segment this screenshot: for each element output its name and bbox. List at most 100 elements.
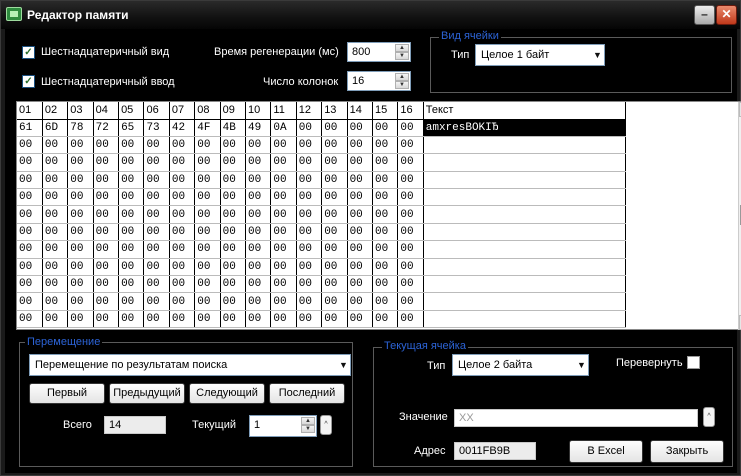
text-cell[interactable]: [423, 153, 626, 172]
byte-cell[interactable]: 00: [245, 205, 272, 224]
byte-cell[interactable]: 00: [169, 171, 196, 190]
byte-cell[interactable]: 00: [296, 292, 323, 311]
byte-cell[interactable]: 00: [220, 136, 247, 155]
byte-cell[interactable]: 00: [296, 223, 323, 242]
byte-cell[interactable]: 00: [245, 292, 272, 311]
byte-cell[interactable]: 00: [270, 310, 297, 329]
byte-cell[interactable]: 00: [372, 153, 399, 172]
byte-cell[interactable]: 00: [42, 188, 69, 207]
byte-cell[interactable]: 00: [93, 205, 120, 224]
text-cell[interactable]: amxresBOKIЂ: [423, 119, 626, 137]
byte-cell[interactable]: 00: [372, 119, 399, 137]
column-header[interactable]: 14: [347, 102, 373, 120]
byte-cell[interactable]: 00: [67, 153, 94, 172]
previous-button[interactable]: Предыдущий: [109, 383, 185, 404]
byte-cell[interactable]: 00: [118, 240, 145, 259]
columns-spinner[interactable]: 16 ▲ ▼: [347, 71, 411, 91]
byte-cell[interactable]: 00: [296, 119, 323, 137]
byte-cell[interactable]: 00: [67, 136, 94, 155]
byte-cell[interactable]: 00: [245, 188, 272, 207]
byte-cell[interactable]: 00: [372, 310, 399, 329]
byte-cell[interactable]: 00: [118, 171, 145, 190]
byte-cell[interactable]: 00: [143, 275, 170, 294]
byte-cell[interactable]: 00: [194, 188, 221, 207]
text-cell[interactable]: [423, 223, 626, 242]
byte-cell[interactable]: 00: [397, 205, 424, 224]
byte-cell[interactable]: 00: [143, 136, 170, 155]
byte-cell[interactable]: 00: [143, 153, 170, 172]
value-expand-button[interactable]: ^: [703, 407, 715, 427]
byte-cell[interactable]: 00: [296, 240, 323, 259]
byte-cell[interactable]: 00: [93, 275, 120, 294]
byte-cell[interactable]: 00: [397, 240, 424, 259]
byte-cell[interactable]: 00: [220, 275, 247, 294]
byte-cell[interactable]: 00: [42, 171, 69, 190]
byte-cell[interactable]: 00: [17, 223, 43, 242]
byte-cell[interactable]: 00: [397, 188, 424, 207]
byte-cell[interactable]: 00: [270, 136, 297, 155]
byte-cell[interactable]: 00: [17, 292, 43, 311]
byte-cell[interactable]: 00: [321, 258, 348, 277]
byte-cell[interactable]: 00: [245, 258, 272, 277]
byte-cell[interactable]: 00: [220, 310, 247, 329]
byte-cell[interactable]: 00: [270, 223, 297, 242]
text-cell[interactable]: [423, 188, 626, 207]
byte-cell[interactable]: 00: [194, 136, 221, 155]
byte-cell[interactable]: 72: [93, 119, 120, 137]
byte-cell[interactable]: 00: [296, 136, 323, 155]
byte-cell[interactable]: 00: [220, 240, 247, 259]
spin-up-icon[interactable]: ▲: [301, 417, 315, 425]
column-header[interactable]: 08: [194, 102, 221, 120]
byte-cell[interactable]: 00: [372, 258, 399, 277]
byte-cell[interactable]: 00: [397, 119, 424, 137]
byte-cell[interactable]: 00: [372, 205, 399, 224]
byte-cell[interactable]: 00: [245, 153, 272, 172]
byte-cell[interactable]: 00: [67, 205, 94, 224]
byte-cell[interactable]: 00: [169, 205, 196, 224]
byte-cell[interactable]: 00: [67, 171, 94, 190]
byte-cell[interactable]: 00: [194, 171, 221, 190]
byte-cell[interactable]: 00: [347, 153, 373, 172]
byte-cell[interactable]: 00: [118, 292, 145, 311]
byte-cell[interactable]: 49: [245, 119, 272, 137]
byte-cell[interactable]: 00: [270, 205, 297, 224]
navigation-mode-combo[interactable]: Перемещение по результатам поиска ▼: [29, 354, 351, 376]
hex-input-checkbox[interactable]: ✓: [22, 75, 35, 88]
byte-cell[interactable]: 00: [220, 223, 247, 242]
byte-cell[interactable]: 00: [17, 153, 43, 172]
text-cell[interactable]: [423, 258, 626, 277]
byte-cell[interactable]: 00: [169, 188, 196, 207]
byte-cell[interactable]: 00: [397, 310, 424, 329]
byte-cell[interactable]: 00: [397, 171, 424, 190]
byte-cell[interactable]: 00: [17, 240, 43, 259]
column-header[interactable]: 16: [397, 102, 424, 120]
byte-cell[interactable]: 00: [321, 275, 348, 294]
spin-down-icon[interactable]: ▼: [395, 52, 409, 60]
byte-cell[interactable]: 00: [347, 188, 373, 207]
byte-cell[interactable]: 00: [220, 258, 247, 277]
byte-cell[interactable]: 00: [321, 188, 348, 207]
column-header[interactable]: 03: [67, 102, 94, 120]
byte-cell[interactable]: 00: [372, 275, 399, 294]
byte-cell[interactable]: 00: [93, 240, 120, 259]
byte-cell[interactable]: 00: [143, 258, 170, 277]
byte-cell[interactable]: 00: [321, 119, 348, 137]
current-expand-button[interactable]: ^: [320, 415, 332, 435]
byte-cell[interactable]: 00: [118, 275, 145, 294]
byte-cell[interactable]: 00: [296, 258, 323, 277]
byte-cell[interactable]: 00: [93, 136, 120, 155]
byte-cell[interactable]: 00: [67, 188, 94, 207]
export-excel-button[interactable]: В Excel: [569, 440, 643, 463]
byte-cell[interactable]: 00: [42, 258, 69, 277]
byte-cell[interactable]: 00: [17, 205, 43, 224]
byte-cell[interactable]: 00: [270, 240, 297, 259]
byte-cell[interactable]: 00: [347, 205, 373, 224]
byte-cell[interactable]: 00: [321, 171, 348, 190]
close-button[interactable]: Закрыть: [650, 440, 724, 463]
byte-cell[interactable]: 00: [194, 275, 221, 294]
byte-cell[interactable]: 00: [169, 136, 196, 155]
byte-cell[interactable]: 00: [93, 171, 120, 190]
byte-cell[interactable]: 00: [118, 310, 145, 329]
text-column-header[interactable]: Текст: [423, 102, 626, 120]
byte-cell[interactable]: 00: [42, 275, 69, 294]
